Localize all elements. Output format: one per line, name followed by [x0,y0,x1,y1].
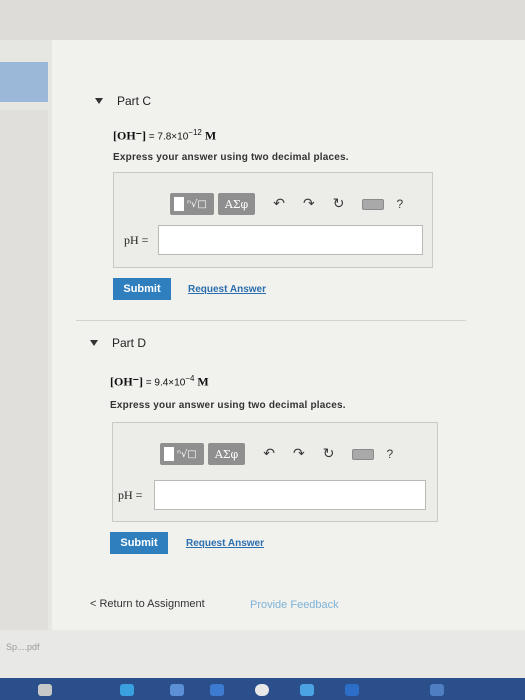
part-c-request-answer-link[interactable]: Request Answer [188,284,266,295]
template-button[interactable]: ⁿ√□ [170,193,214,215]
app-icon[interactable] [300,684,314,696]
part-c-submit-button[interactable]: Submit [113,278,171,300]
part-c-ph-input[interactable] [158,225,423,255]
chrome-icon[interactable] [255,684,269,696]
section-divider [76,320,466,321]
template-square-icon [164,447,174,461]
undo-icon[interactable]: ↶ [273,196,285,212]
part-c-formula: [OH⁻] = 7.8×10−12 M [113,128,216,143]
formula-exponent: −12 [188,128,202,137]
left-band [0,110,48,630]
formula-equation: = 9.4×10 [143,377,186,389]
formula-equation: = 7.8×10 [146,131,189,143]
symbols-button[interactable]: ΑΣφ [217,193,256,215]
top-strip [0,0,525,40]
keyboard-icon[interactable] [352,448,375,460]
browser-icon[interactable] [120,684,134,696]
part-c-title: Part C [117,94,152,108]
part-d-ph-label: pH = [118,488,143,502]
download-file-label[interactable]: Sp....pdf [6,642,40,652]
app-icon[interactable] [170,684,184,696]
part-c-toolbar: ⁿ√□ ΑΣφ ↶ ↷ ↻ ? [170,192,403,216]
redo-icon[interactable]: ↷ [293,446,305,462]
formula-unit: M [194,374,209,389]
app-icon[interactable] [210,684,224,696]
reset-icon[interactable]: ↻ [323,446,335,462]
formula-species: [OH⁻] [113,128,146,143]
collapse-caret-icon[interactable] [95,98,103,104]
template-button[interactable]: ⁿ√□ [160,443,204,465]
collapse-caret-icon[interactable] [90,340,98,346]
help-button[interactable]: ? [386,447,393,461]
download-bar [0,630,525,678]
part-d-ph-input[interactable] [154,480,426,510]
fraction-root-icon: ⁿ√□ [187,198,207,210]
fraction-root-icon: ⁿ√□ [177,448,197,460]
screenshot-page: Part C [OH⁻] = 7.8×10−12 M Express your … [0,0,525,700]
formula-species: [OH⁻] [110,374,143,389]
part-d-request-answer-link[interactable]: Request Answer [186,538,264,549]
return-to-assignment-link[interactable]: < Return to Assignment [90,598,205,610]
part-d-submit-button[interactable]: Submit [110,532,168,554]
file-explorer-icon[interactable] [38,684,52,696]
part-d-formula: [OH⁻] = 9.4×10−4 M [110,374,209,389]
part-c-ph-label: pH = [124,233,149,247]
app-icon[interactable] [430,684,444,696]
undo-icon[interactable]: ↶ [263,446,275,462]
part-d-header[interactable]: Part D [90,336,146,350]
app-icon[interactable] [345,684,359,696]
part-c-header[interactable]: Part C [95,94,151,108]
help-button[interactable]: ? [396,197,403,211]
template-square-icon [174,197,184,211]
left-nav-block [0,62,48,102]
part-d-title: Part D [112,336,147,350]
keyboard-icon[interactable] [362,198,385,210]
part-d-toolbar: ⁿ√□ ΑΣφ ↶ ↷ ↻ ? [160,442,393,466]
formula-unit: M [201,128,217,143]
redo-icon[interactable]: ↷ [303,196,315,212]
part-d-instruction: Express your answer using two decimal pl… [110,400,346,411]
symbols-button[interactable]: ΑΣφ [207,443,246,465]
provide-feedback-link[interactable]: Provide Feedback [250,599,339,611]
reset-icon[interactable]: ↻ [333,196,345,212]
part-c-instruction: Express your answer using two decimal pl… [113,152,349,163]
